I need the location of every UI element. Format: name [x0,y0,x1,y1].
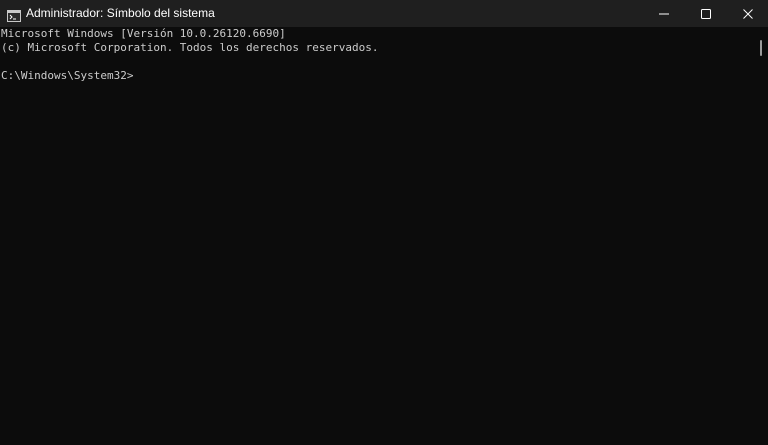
title-bar[interactable]: Administrador: Símbolo del sistema [0,0,768,27]
command-prompt-line[interactable]: C:\Windows\System32> [1,69,756,83]
command-prompt-window: Administrador: Símbolo del sistema Micro… [0,0,768,445]
console-output[interactable]: Microsoft Windows [Versión 10.0.26120.66… [0,27,756,445]
console-line-copyright: (c) Microsoft Corporation. Todos los der… [1,41,379,54]
maximize-button[interactable] [684,0,728,27]
vertical-scrollbar[interactable] [756,27,768,445]
minimize-button[interactable] [642,0,686,27]
close-icon [743,8,753,19]
maximize-icon [701,8,711,19]
window-title: Administrador: Símbolo del sistema [26,6,215,20]
console-line-version: Microsoft Windows [Versión 10.0.26120.66… [1,27,286,40]
minimize-icon [659,9,669,19]
close-button[interactable] [726,0,768,27]
prompt-path: C:\Windows\System32> [1,69,134,82]
cmd-icon [7,7,21,22]
scrollbar-thumb[interactable] [760,40,762,56]
